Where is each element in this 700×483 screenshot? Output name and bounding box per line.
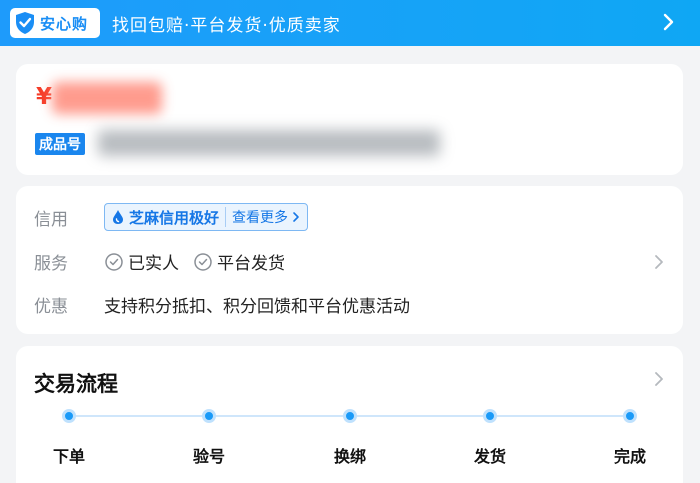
discount-text: 支持积分抵扣、积分回馈和平台优惠活动 xyxy=(104,297,410,317)
flow-step-label: 完成 xyxy=(613,447,646,466)
details-card: 信用 芝麻信用极好 查看更多 服务 已实人 平台发货 优惠 支持积分抵扣、积分回… xyxy=(16,186,683,334)
product-card: ¥ 成品号 xyxy=(16,64,683,175)
product-number-redacted xyxy=(98,130,440,156)
chevron-right-icon[interactable] xyxy=(651,253,667,271)
flow-step-dot xyxy=(343,409,357,423)
credit-more-link[interactable]: 查看更多 xyxy=(232,207,301,227)
flow-step-dot xyxy=(202,409,216,423)
assurance-badge: 安心购 xyxy=(10,8,100,38)
flow-step-dot xyxy=(483,409,497,423)
flow-step-label: 发货 xyxy=(473,447,506,466)
chevron-right-icon[interactable] xyxy=(656,10,680,34)
service-item-label: 已实人 xyxy=(128,254,179,274)
service-label: 服务 xyxy=(34,254,68,274)
service-row[interactable]: 服务 已实人 平台发货 xyxy=(34,249,299,274)
check-circle-icon xyxy=(194,252,212,271)
discount-label: 优惠 xyxy=(34,297,68,317)
flow-step-dot xyxy=(623,409,637,423)
banner-slogan: 找回包赔·平台发货·优质卖家 xyxy=(112,15,341,36)
service-item: 已实人 xyxy=(104,249,179,274)
flow-step-label: 验号 xyxy=(192,447,225,466)
flow-step-label: 换绑 xyxy=(333,447,366,466)
credit-badge-label: 芝麻信用极好 xyxy=(129,208,220,227)
credit-more-label: 查看更多 xyxy=(232,210,289,226)
flow-step-dot xyxy=(62,409,76,423)
credit-badge[interactable]: 芝麻信用极好 查看更多 xyxy=(104,203,309,231)
service-item: 平台发货 xyxy=(193,249,285,274)
credit-row: 信用 芝麻信用极好 查看更多 xyxy=(34,203,309,231)
flow-step-label: 下单 xyxy=(52,447,85,466)
assurance-banner[interactable]: 安心购 找回包赔·平台发货·优质卖家 xyxy=(0,0,700,46)
badge-label: 安心购 xyxy=(40,14,89,33)
check-circle-icon xyxy=(105,252,123,271)
credit-badge-main: 芝麻信用极好 xyxy=(111,207,219,228)
trade-flow-title: 交易流程 xyxy=(34,372,118,396)
price-redacted xyxy=(52,82,162,114)
sesame-drop-icon xyxy=(113,210,123,224)
credit-label: 信用 xyxy=(34,209,68,230)
chevron-right-icon[interactable] xyxy=(651,370,667,388)
trade-flow-card[interactable]: 交易流程 下单 验号 换绑 发货 完成 xyxy=(16,346,683,483)
price-currency: ¥ xyxy=(36,84,53,110)
shield-check-icon xyxy=(12,10,38,36)
product-number-tag: 成品号 xyxy=(35,133,85,155)
credit-divider xyxy=(225,207,227,227)
chevron-right-icon xyxy=(293,212,299,222)
service-item-label: 平台发货 xyxy=(217,254,285,274)
discount-row: 优惠 支持积分抵扣、积分回馈和平台优惠活动 xyxy=(34,292,410,317)
